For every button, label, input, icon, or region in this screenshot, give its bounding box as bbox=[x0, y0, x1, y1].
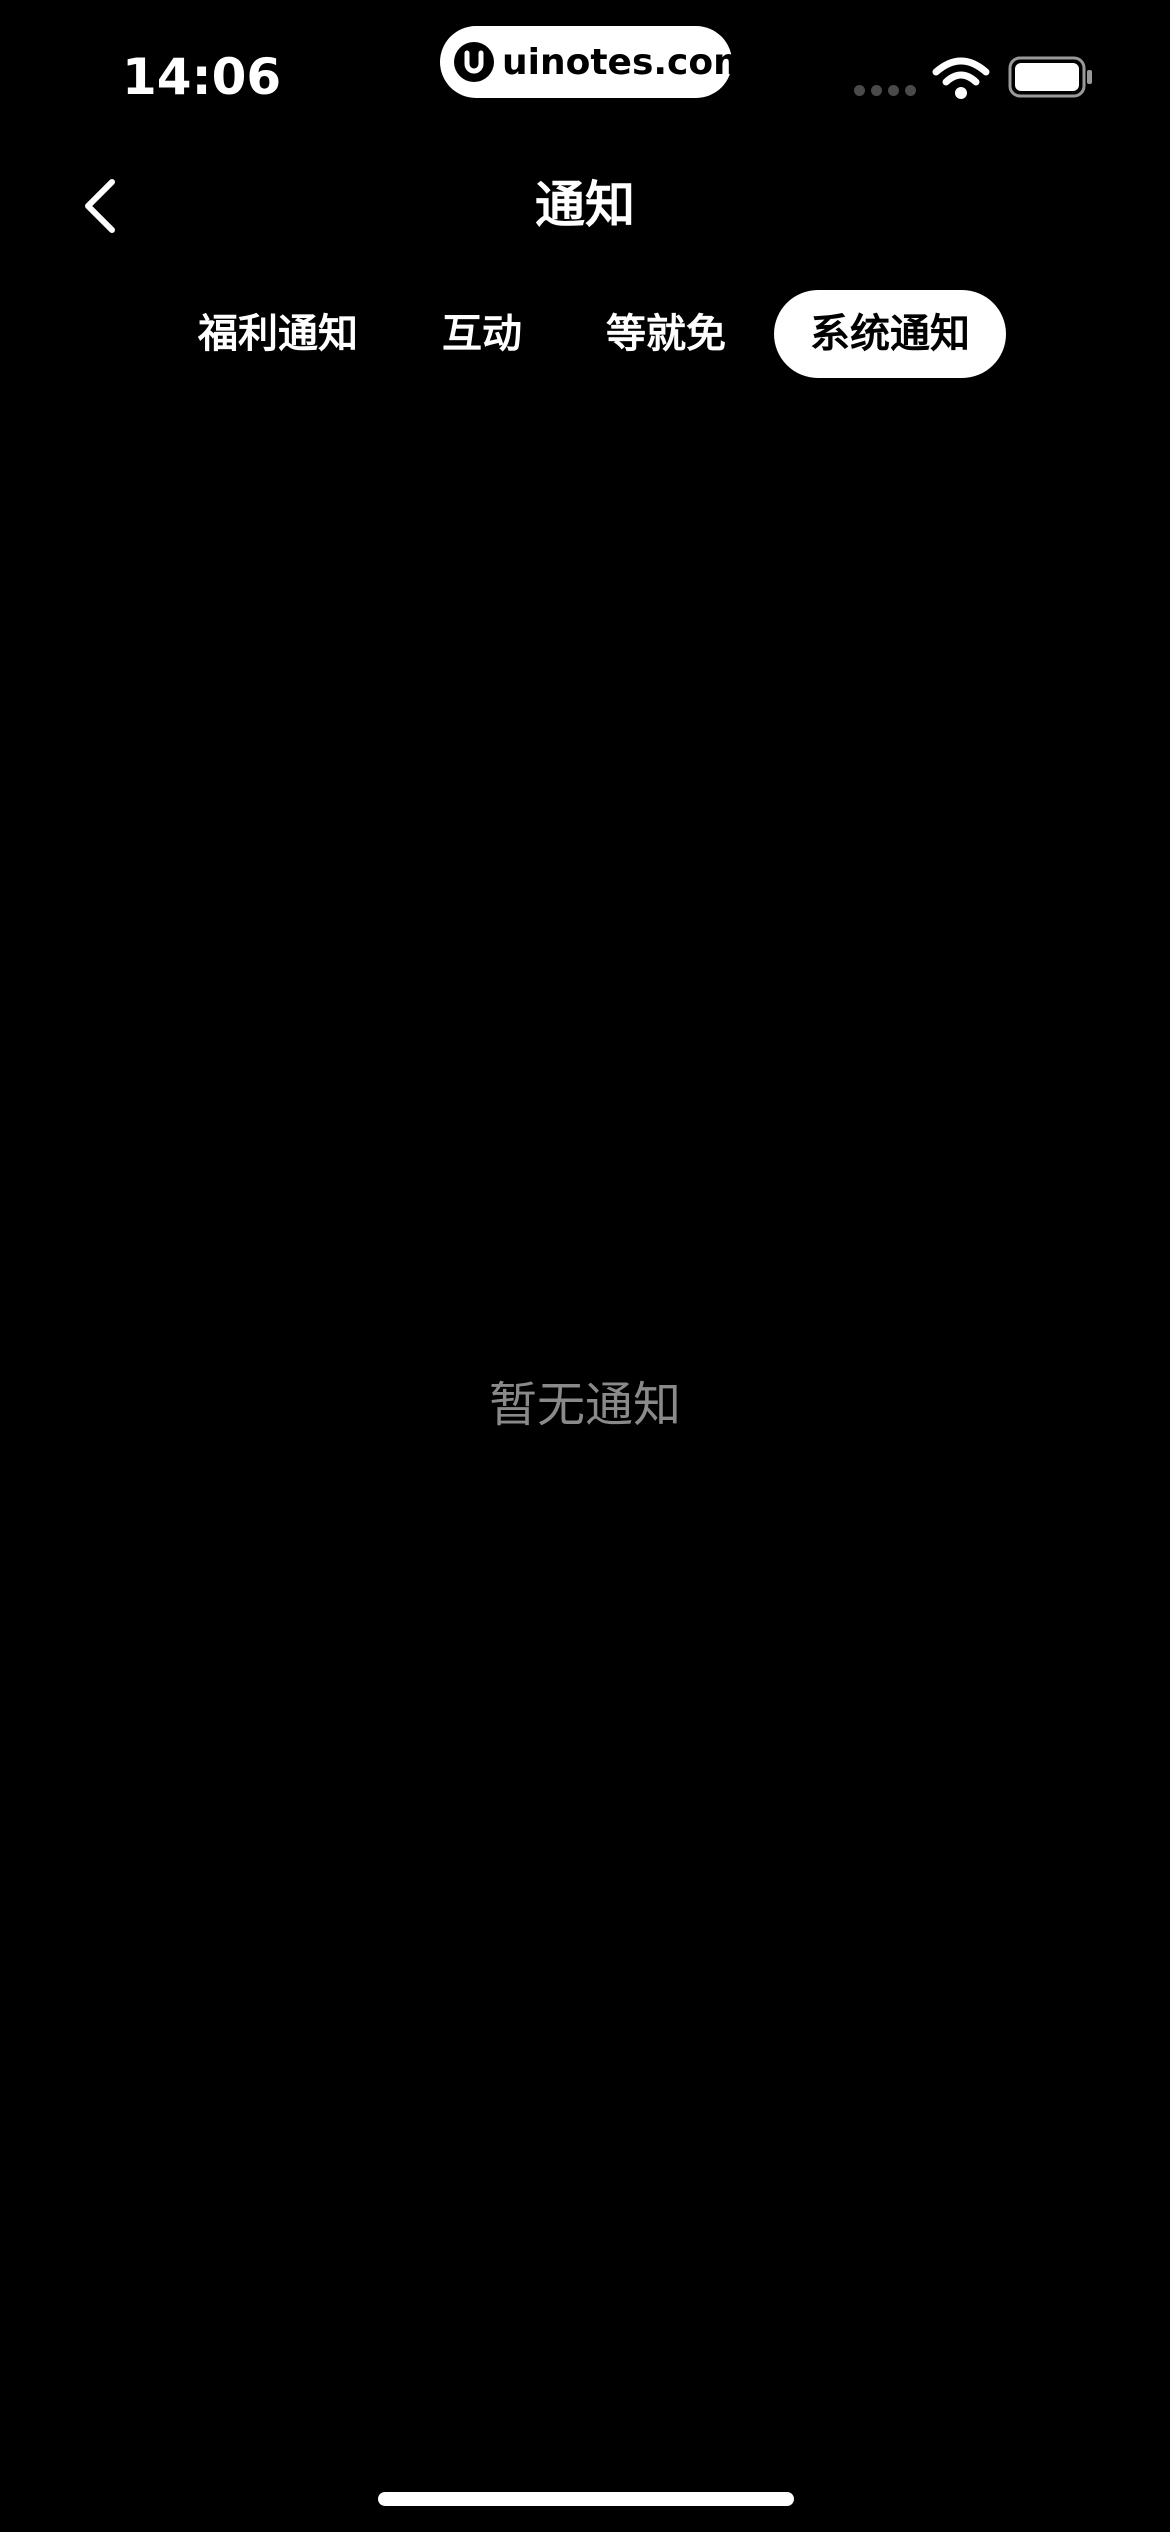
empty-state-text: 暂无通知 bbox=[488, 1377, 681, 1433]
tab-bar: 福利通知 互动 等就免 系统通知 bbox=[0, 290, 1170, 378]
tab-welfare-notice[interactable]: 福利通知 bbox=[180, 290, 376, 378]
home-indicator[interactable] bbox=[378, 2492, 794, 2506]
watermark-badge: uinotes.com bbox=[440, 26, 751, 98]
watermark-logo-icon bbox=[454, 42, 494, 82]
battery-icon bbox=[1008, 56, 1092, 98]
watermark-text: uinotes.com bbox=[502, 41, 751, 83]
tab-wait-for-free[interactable]: 等就免 bbox=[594, 290, 738, 378]
signal-dots-icon bbox=[854, 84, 916, 96]
tab-interaction[interactable]: 互动 bbox=[430, 290, 534, 378]
wifi-icon bbox=[932, 57, 990, 99]
tab-system-notice[interactable]: 系统通知 bbox=[774, 290, 1006, 378]
status-time: 14:06 bbox=[122, 48, 282, 106]
page-title: 通知 bbox=[535, 176, 635, 234]
